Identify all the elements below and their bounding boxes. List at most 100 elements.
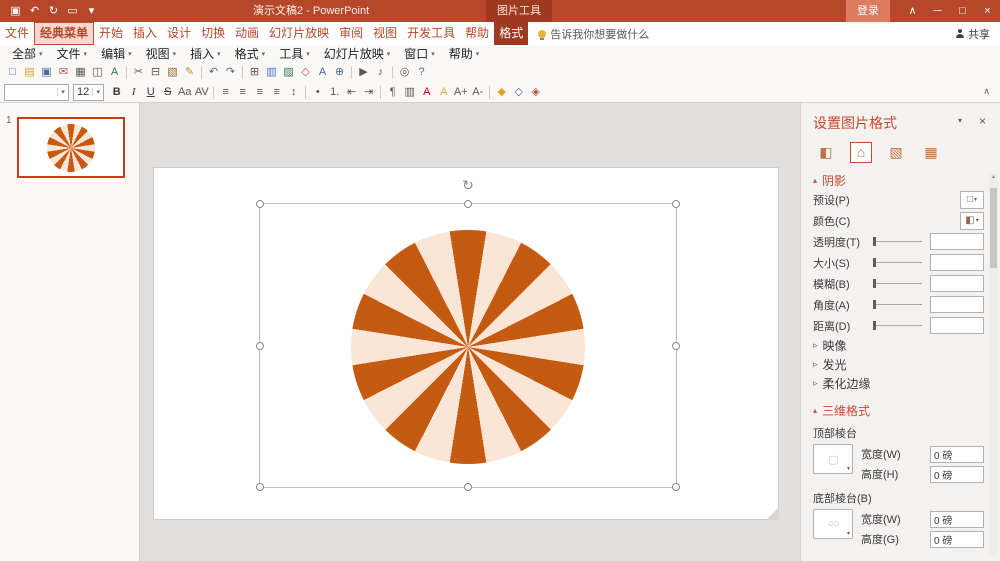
bottom-bevel-button[interactable]: ○○ ▾ (813, 509, 853, 539)
undo-icon[interactable]: ↶ (25, 0, 44, 22)
shadow-preset-button[interactable]: □ ▾ (960, 191, 984, 209)
decrease-font-icon[interactable]: A- (469, 84, 486, 100)
strikethrough-icon[interactable]: S (159, 84, 176, 100)
align-right-icon[interactable]: ≡ (251, 84, 268, 100)
menu-view[interactable]: 视图 ▾ (139, 45, 184, 62)
text-shadow-icon[interactable]: Aa (176, 84, 193, 100)
top-bevel-width-input[interactable] (930, 446, 984, 463)
slider-track[interactable] (873, 241, 922, 242)
tab-file[interactable]: 文件 (0, 22, 34, 45)
selection-handle-top-left[interactable] (256, 200, 264, 208)
slider-knob[interactable] (873, 258, 876, 267)
increase-font-icon[interactable]: A+ (452, 84, 469, 100)
slider-track[interactable] (873, 325, 922, 326)
align-left-icon[interactable]: ≡ (217, 84, 234, 100)
print-preview-icon[interactable]: ◫ (89, 64, 106, 80)
top-bevel-button[interactable]: ▢ ▾ (813, 444, 853, 474)
ribbon-display-options-icon[interactable]: ∧ (900, 0, 925, 22)
columns-icon[interactable]: ▥ (401, 84, 418, 100)
bullets-icon[interactable]: • (309, 84, 326, 100)
share-button[interactable]: 共享 (955, 22, 990, 45)
chevron-down-icon[interactable]: ▾ (92, 88, 103, 96)
close-icon[interactable]: × (975, 0, 1000, 22)
signin-button[interactable]: 登录 (846, 0, 890, 22)
spelling-icon[interactable]: A (106, 64, 123, 80)
size-properties-icon[interactable]: ▧ (885, 142, 907, 163)
rotation-handle[interactable]: ↻ (462, 177, 474, 194)
pane-close-icon[interactable]: × (979, 114, 986, 128)
quick-styles-icon[interactable]: ◈ (527, 84, 544, 100)
shadow-distance-input[interactable] (930, 317, 984, 334)
shape-fill-icon[interactable]: ◆ (493, 84, 510, 100)
shadow-size-input[interactable] (930, 254, 984, 271)
paste-icon[interactable]: ▧ (164, 64, 181, 80)
menu-window[interactable]: 窗口 ▾ (397, 45, 442, 62)
selection-handle-top-right[interactable] (672, 200, 680, 208)
tell-me-box[interactable]: 告诉我你想要做什么 (538, 22, 649, 45)
bold-icon[interactable]: B (108, 84, 125, 100)
slide[interactable]: ↻ (153, 167, 779, 520)
menu-slide-show[interactable]: 幻灯片放映 ▾ (317, 45, 398, 62)
tab-slide-show[interactable]: 幻灯片放映 (264, 22, 334, 45)
pane-options-icon[interactable]: ▾ (958, 116, 962, 125)
slider-knob[interactable] (873, 321, 876, 330)
top-bevel-height-input[interactable] (930, 466, 984, 483)
slider-knob[interactable] (873, 279, 876, 288)
menu-file[interactable]: 文件 ▾ (50, 45, 95, 62)
menu-help[interactable]: 帮助 ▾ (442, 45, 487, 62)
increase-indent-icon[interactable]: ⇥ (360, 84, 377, 100)
character-spacing-icon[interactable]: AV (193, 84, 210, 100)
tab-transitions[interactable]: 切换 (196, 22, 230, 45)
font-size-combo[interactable]: 12 ▾ (73, 84, 104, 101)
font-color-icon[interactable]: A (418, 84, 435, 100)
tab-review[interactable]: 审阅 (334, 22, 368, 45)
tab-format[interactable]: 格式 (494, 22, 528, 45)
open-icon[interactable]: ▤ (21, 64, 38, 80)
section-glow[interactable]: ▹ 发光 (813, 355, 984, 374)
tab-home[interactable]: 开始 (94, 22, 128, 45)
image-selection-box[interactable]: ↻ (259, 203, 677, 488)
selection-handle-middle-right[interactable] (672, 342, 680, 350)
decrease-indent-icon[interactable]: ⇤ (343, 84, 360, 100)
new-document-icon[interactable]: □ (4, 64, 21, 80)
undo-icon[interactable]: ↶ (205, 64, 222, 80)
scrollbar-up-icon[interactable]: ▴ (989, 173, 998, 182)
highlight-icon[interactable]: A (435, 84, 452, 100)
chevron-down-icon[interactable]: ▾ (57, 88, 68, 96)
shape-outline-icon[interactable]: ◇ (510, 84, 527, 100)
hyperlink-icon[interactable]: ⊕ (331, 64, 348, 80)
underline-icon[interactable]: U (142, 84, 159, 100)
tab-developer[interactable]: 开发工具 (402, 22, 460, 45)
tab-design[interactable]: 设计 (162, 22, 196, 45)
menu-insert[interactable]: 插入 ▾ (183, 45, 228, 62)
bottom-bevel-width-input[interactable] (930, 511, 984, 528)
selection-handle-bottom-right[interactable] (672, 483, 680, 491)
selection-handle-bottom-middle[interactable] (464, 483, 472, 491)
align-center-icon[interactable]: ≡ (234, 84, 251, 100)
selection-handle-top-middle[interactable] (464, 200, 472, 208)
selection-handle-middle-left[interactable] (256, 342, 264, 350)
insert-shapes-icon[interactable]: ◇ (297, 64, 314, 80)
fill-line-icon[interactable]: ◧ (815, 142, 837, 163)
scrollbar-thumb[interactable] (990, 188, 997, 268)
save-icon[interactable]: ▣ (38, 64, 55, 80)
font-name-combo[interactable]: ▾ (4, 84, 69, 101)
insert-chart-icon[interactable]: ▥ (263, 64, 280, 80)
section-soft-edges[interactable]: ▹ 柔化边缘 (813, 374, 984, 393)
selection-handle-bottom-left[interactable] (256, 483, 264, 491)
pane-scrollbar[interactable]: ▴ (989, 173, 998, 555)
menu-all[interactable]: 全部 ▾ (5, 45, 50, 62)
redo-icon[interactable]: ↷ (222, 64, 239, 80)
shadow-blur-input[interactable] (930, 275, 984, 292)
tab-animations[interactable]: 动画 (230, 22, 264, 45)
slider-track[interactable] (873, 283, 922, 284)
effects-icon[interactable]: ⌂ (850, 142, 872, 163)
line-spacing-icon[interactable]: ↕ (285, 84, 302, 100)
email-icon[interactable]: ✉ (55, 64, 72, 80)
minimize-icon[interactable]: ─ (925, 0, 950, 22)
print-icon[interactable]: ▦ (72, 64, 89, 80)
redo-icon[interactable]: ↻ (44, 0, 63, 22)
section-reflection[interactable]: ▹ 映像 (813, 336, 984, 355)
zoom-icon[interactable]: ◎ (396, 64, 413, 80)
shadow-transparency-input[interactable] (930, 233, 984, 250)
